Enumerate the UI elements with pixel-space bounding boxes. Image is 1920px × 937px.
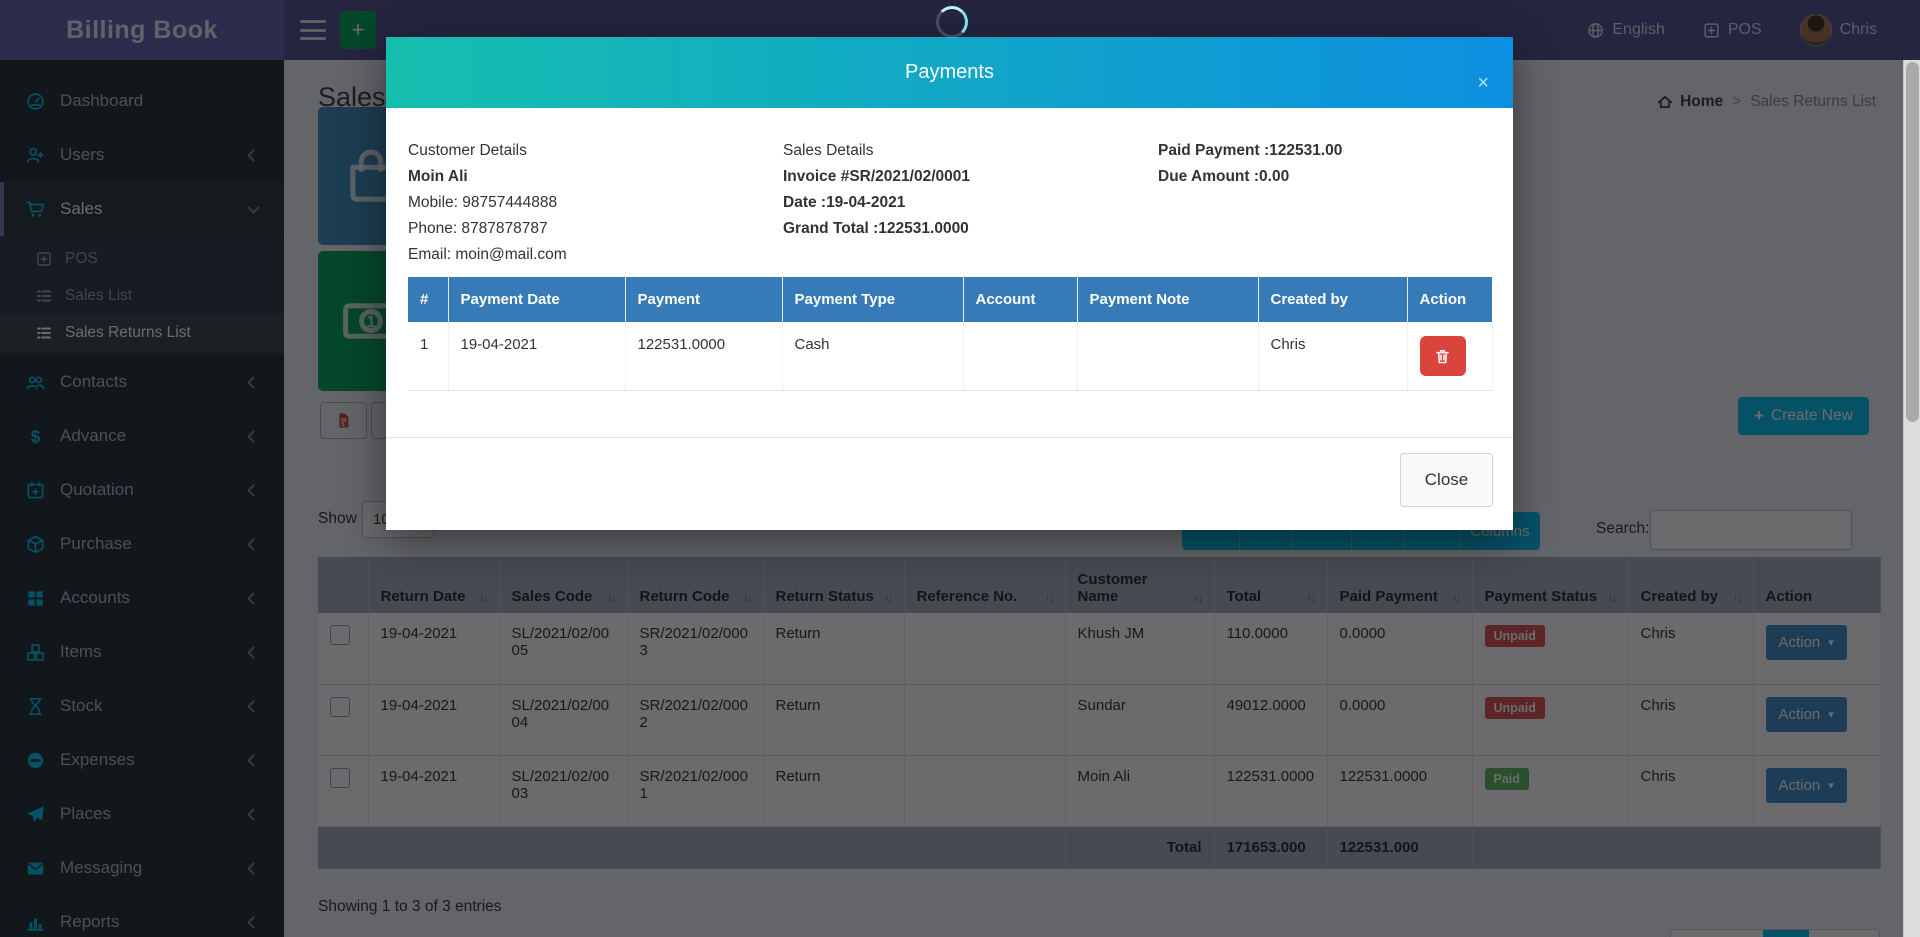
loading-spinner [936,6,968,38]
scrollbar[interactable] [1903,60,1920,937]
table-row: 119-04-2021122531.0000Cash Chris [408,322,1492,391]
grand-total: Grand Total :122531.0000 [783,216,970,242]
customer-mobile: Mobile: 98757444888 [408,190,567,216]
column-header-payment-note: Payment Note [1077,277,1258,322]
sales-details-heading: Sales Details [783,138,970,164]
customer-email: Email: moin@mail.com [408,242,567,268]
table-cell: 19-04-2021 [448,322,625,391]
paid-payment: Paid Payment :122531.00 [1158,138,1342,164]
column-header-payment-date: Payment Date [448,277,625,322]
table-cell: Cash [782,322,963,391]
close-button[interactable]: Close [1400,453,1493,507]
payment-summary-block: Paid Payment :122531.00 Due Amount :0.00 [1158,138,1342,190]
delete-payment-button[interactable] [1420,336,1466,376]
customer-details-heading: Customer Details [408,138,567,164]
column-header-payment: Payment [625,277,782,322]
table-cell [1407,322,1492,391]
column-header-payment-type: Payment Type [782,277,963,322]
sales-details-block: Sales Details Invoice #SR/2021/02/0001 D… [783,138,970,242]
column-header-action: Action [1407,277,1492,322]
customer-phone: Phone: 8787878787 [408,216,567,242]
column-header-: # [408,277,448,322]
table-cell: Chris [1258,322,1407,391]
payments-table: #Payment DatePaymentPayment TypeAccountP… [408,277,1493,391]
column-header-created-by: Created by [1258,277,1407,322]
close-icon[interactable]: × [1477,73,1489,93]
payments-table-header-row: #Payment DatePaymentPayment TypeAccountP… [408,277,1492,322]
invoice-number: Invoice #SR/2021/02/0001 [783,164,970,190]
table-cell: 1 [408,322,448,391]
trash-icon [1434,348,1451,365]
column-header-account: Account [963,277,1077,322]
customer-details-block: Customer Details Moin Ali Mobile: 987574… [408,138,567,268]
app-window: Billing Book + English POS Chris Dashboa… [0,0,1920,937]
table-cell: 122531.0000 [625,322,782,391]
table-cell [1077,322,1258,391]
modal-header: Payments × [386,37,1513,108]
table-cell [963,322,1077,391]
payments-table-body: 119-04-2021122531.0000Cash Chris [408,322,1492,391]
customer-name: Moin Ali [408,164,567,190]
payments-modal: Payments × Customer Details Moin Ali Mob… [386,37,1513,530]
invoice-date: Date :19-04-2021 [783,190,970,216]
scrollbar-thumb[interactable] [1906,62,1919,422]
due-amount: Due Amount :0.00 [1158,164,1342,190]
modal-title: Payments [905,61,994,84]
